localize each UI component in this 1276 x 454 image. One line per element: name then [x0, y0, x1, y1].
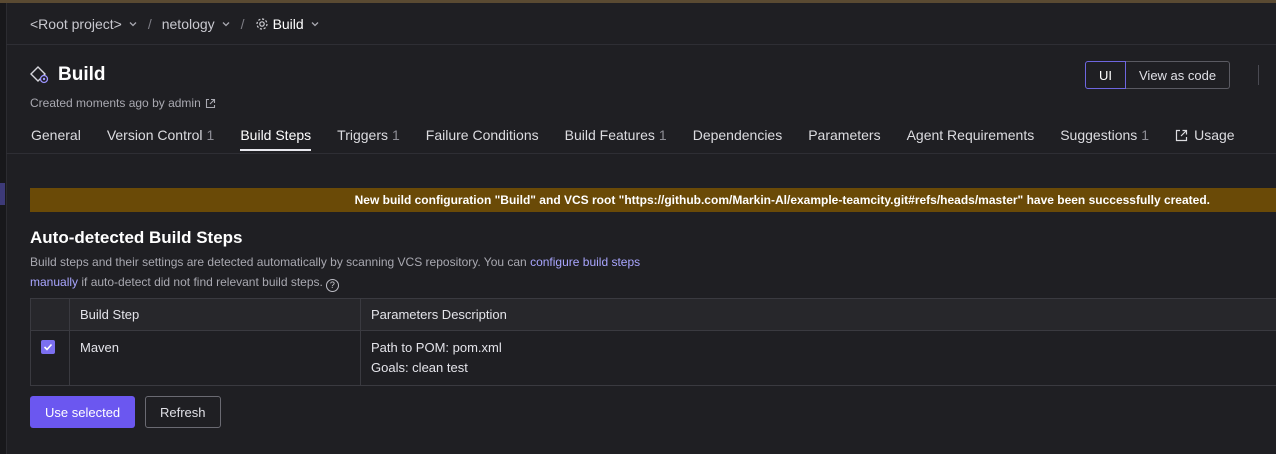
chevron-down-icon: [129, 22, 137, 27]
step-checkbox[interactable]: [41, 340, 55, 354]
section-description: Build steps and their settings are detec…: [30, 252, 690, 292]
tabs-divider: [6, 153, 1276, 154]
configure-build-steps-link[interactable]: configure build steps: [530, 255, 640, 269]
tab-build-features[interactable]: Build Features 1: [565, 127, 667, 151]
tab-count: 1: [391, 127, 400, 143]
gear-icon: [255, 18, 268, 30]
chevron-down-icon: [222, 22, 230, 27]
toolbar-divider: [1258, 65, 1259, 85]
top-accent-line: [0, 0, 1276, 3]
external-link-icon[interactable]: [205, 98, 216, 109]
parameters-description: Path to POM: pom.xml Goals: clean test: [360, 330, 1276, 386]
chevron-down-icon: [311, 22, 319, 27]
parameter-line: Path to POM: pom.xml: [371, 340, 502, 355]
page-title: Build: [58, 64, 106, 85]
build-steps-table: Build Step Parameters Description Maven …: [30, 298, 1276, 386]
description-text: Build steps and their settings are detec…: [30, 255, 531, 269]
tab-label: Dependencies: [692, 127, 783, 143]
description-text: if auto-detect did not find relevant bui…: [78, 275, 323, 289]
external-link-icon: [1175, 129, 1188, 141]
breadcrumb-separator: /: [240, 16, 245, 32]
column-header-parameters: Parameters Description: [360, 298, 1276, 331]
breadcrumb-label: Build: [272, 16, 304, 32]
breadcrumb-label: netology: [161, 16, 215, 32]
tab-label: Build Steps: [240, 127, 312, 143]
column-header-build-step: Build Step: [69, 298, 361, 331]
tab-label: Usage: [1194, 127, 1235, 143]
created-info-text: Created moments ago by admin: [30, 96, 201, 110]
build-config-icon: [30, 66, 49, 84]
tab-label: Parameters: [808, 127, 881, 143]
manually-link[interactable]: manually: [30, 275, 78, 289]
view-mode-switch: UI View as code: [1085, 61, 1231, 89]
sidebar-active-marker: [0, 183, 5, 205]
use-selected-button[interactable]: Use selected: [30, 396, 136, 428]
breadcrumb-root-project[interactable]: <Root project>: [30, 16, 138, 32]
row-select-cell: [30, 330, 70, 386]
breadcrumb: <Root project> / netology / Build: [30, 14, 320, 34]
tab-label: Triggers: [337, 127, 388, 143]
success-banner-message: New build configuration "Build" and VCS …: [354, 193, 1210, 207]
tab-failure-conditions[interactable]: Failure Conditions: [426, 127, 539, 151]
tab-general[interactable]: General: [31, 127, 81, 151]
tab-triggers[interactable]: Triggers 1: [337, 127, 400, 151]
tab-label: General: [31, 127, 81, 143]
breadcrumb-label: <Root project>: [30, 16, 122, 32]
header-divider: [6, 44, 1276, 45]
tab-label: Suggestions: [1060, 127, 1138, 143]
tab-count: 1: [658, 127, 667, 143]
tab-label: Build Features: [564, 127, 655, 143]
tab-usage[interactable]: Usage: [1175, 127, 1235, 151]
breadcrumb-separator: /: [147, 16, 152, 32]
page-header: Build: [30, 64, 106, 86]
help-icon[interactable]: ?: [325, 279, 339, 292]
tab-label: Failure Conditions: [425, 127, 539, 143]
tab-parameters[interactable]: Parameters: [808, 127, 880, 151]
table-header-row: Build Step Parameters Description: [30, 298, 1276, 331]
tab-label: Agent Requirements: [906, 127, 1035, 143]
success-banner: New build configuration "Build" and VCS …: [30, 188, 1276, 212]
view-as-code-button[interactable]: View as code: [1126, 61, 1231, 89]
build-step-name: Maven: [69, 330, 361, 386]
breadcrumb-netology[interactable]: netology: [162, 16, 231, 32]
tab-label: Version Control: [106, 127, 203, 143]
left-sidebar-strip: [0, 3, 7, 454]
table-row: Maven Path to POM: pom.xml Goals: clean …: [30, 330, 1276, 386]
refresh-button[interactable]: Refresh: [145, 396, 221, 428]
breadcrumb-build[interactable]: Build: [255, 16, 320, 32]
tab-count: 1: [206, 127, 215, 143]
section-title: Auto-detected Build Steps: [30, 228, 243, 247]
parameter-line: Goals: clean test: [371, 360, 468, 375]
view-ui-button[interactable]: UI: [1085, 61, 1126, 89]
tab-suggestions[interactable]: Suggestions 1: [1060, 127, 1149, 151]
created-info: Created moments ago by admin: [30, 96, 216, 110]
tab-count: 1: [1141, 127, 1150, 143]
tab-version-control[interactable]: Version Control 1: [107, 127, 215, 151]
select-column-header: [30, 298, 70, 331]
tab-dependencies[interactable]: Dependencies: [693, 127, 783, 151]
settings-tabs: General Version Control 1 Build Steps Tri…: [31, 127, 1261, 151]
tab-agent-requirements[interactable]: Agent Requirements: [907, 127, 1035, 151]
tab-build-steps[interactable]: Build Steps: [240, 127, 312, 151]
checkmark-icon: [43, 343, 53, 351]
